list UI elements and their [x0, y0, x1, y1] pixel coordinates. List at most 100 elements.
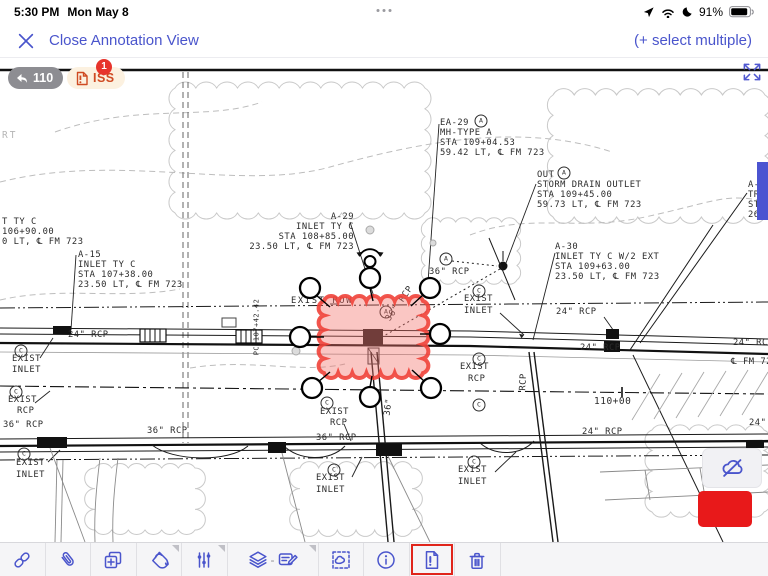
selection-handle-top-left[interactable] [300, 278, 320, 298]
circled-letter: C [15, 345, 28, 358]
circled-letter: A [558, 167, 571, 180]
duplicate-icon [102, 549, 124, 571]
expand-arrows-icon [740, 60, 764, 84]
drawing-label: INLET [316, 486, 345, 495]
selection-handle-top-center[interactable] [360, 268, 380, 288]
drawing-label: EXIST [460, 363, 489, 372]
circled-letter: C [18, 448, 31, 461]
cloud-select-icon [330, 549, 352, 571]
drawing-label: ℄ FM 723 [731, 358, 768, 367]
info-icon [375, 549, 397, 571]
tool-issue-button[interactable] [410, 543, 456, 576]
drawing-callout: OUTSTORM DRAIN OUTLETSTA 109+45.0059.73 … [537, 170, 642, 210]
location-icon [643, 6, 655, 18]
tool-cells: - [0, 543, 501, 576]
note-edit-icon [277, 549, 299, 571]
selection-handle-bottom-right[interactable] [421, 378, 441, 398]
drawing-label: INLET [12, 366, 41, 375]
circled-letter: C [321, 397, 334, 410]
circled-letter: C [473, 285, 486, 298]
drawing-label: EXIST [8, 396, 37, 405]
red-box-annotation[interactable] [698, 491, 752, 527]
drawing-callout: T TY C106+90.000 LT, ℄ FM 723 [2, 217, 84, 247]
drawing-label: INLET [16, 471, 45, 480]
submenu-indicator [218, 545, 225, 552]
drawing-label: 36" RCP [429, 268, 470, 277]
annotation-view-screen: RT 24" RCP EXIST INLET EXIST RCP 36" RCP EXIST I… [0, 0, 768, 576]
drawing-callout: EA-29MH-TYPE ASTA 109+04.5359.42 LT, ℄ F… [440, 118, 545, 158]
attachment-icon [57, 549, 79, 571]
selection-handle-left[interactable] [290, 327, 310, 347]
selection-handle-right[interactable] [430, 324, 450, 344]
rotation-handle[interactable] [357, 249, 384, 267]
drawing-label: EXIST [316, 474, 345, 483]
submenu-indicator [172, 545, 179, 552]
drawing-label: 24" RCP [582, 428, 623, 437]
tool-info-button[interactable] [364, 543, 410, 576]
layers-icon [247, 549, 269, 571]
drawing-label: RT [2, 131, 17, 141]
hide-markups-button[interactable] [702, 448, 762, 488]
tool-cloud-select-button[interactable] [319, 543, 365, 576]
drawing-label: RCP [468, 375, 485, 384]
selection-handle-top-right[interactable] [420, 278, 440, 298]
drawing-callout: A-30INLET TY C W/2 EXTSTA 109+63.0023.50… [555, 242, 660, 282]
circled-letter: A [440, 253, 453, 266]
drawing-label: PC 107+42.42 [254, 299, 261, 356]
selection-handle-bottom-left[interactable] [302, 378, 322, 398]
issue-document-icon [75, 71, 89, 86]
drawing-label: 36" [384, 398, 395, 416]
selection-handle-bottom-center[interactable] [360, 387, 380, 407]
circled-letter: A [475, 115, 488, 128]
tool-properties-button[interactable] [182, 543, 228, 576]
circled-letter: C [328, 464, 341, 477]
properties-icon [193, 549, 215, 571]
do-not-disturb-moon-icon [681, 6, 693, 18]
reply-arrow-icon [16, 73, 28, 84]
drawing-label: EXIST [464, 295, 493, 304]
drawing-label: 110+00 [594, 397, 631, 407]
toolbar-filler [501, 543, 768, 576]
battery-percent: 91% [699, 5, 723, 19]
drawing-label: 24" RCP [580, 344, 621, 353]
drawing-label: 24" RCP [556, 308, 597, 317]
drawing-label: EXIST [12, 355, 41, 364]
close-annotation-view-button[interactable]: Close Annotation View [16, 31, 199, 51]
date: Mon May 8 [67, 5, 128, 19]
drawing-label: 24" [749, 419, 766, 428]
circled-letter: C [473, 353, 486, 366]
undo-count: 110 [33, 71, 53, 85]
issue-count-badge: 1 [96, 59, 112, 75]
drawing-label: 36" RCP [3, 421, 44, 430]
multitasking-indicator-icon [377, 9, 392, 12]
drawing-label: 24" RCP [68, 331, 109, 340]
undo-count-badge[interactable]: 110 [8, 67, 63, 89]
circled-letter: C [468, 456, 481, 469]
annotation-toolbar: - [0, 542, 768, 576]
selected-cloud-annotation[interactable] [319, 296, 429, 378]
fullscreen-button[interactable] [740, 60, 764, 89]
select-multiple-button[interactable]: (+ select multiple) [634, 32, 752, 49]
drawing-label: INLET [458, 478, 487, 487]
drawing-callout: A-29INLET TY CSTA 108+85.0023.50 LT, ℄ F… [234, 212, 354, 252]
annotation-nav-bar: Close Annotation View (+ select multiple… [0, 24, 768, 58]
tool-duplicate-button[interactable] [91, 543, 137, 576]
tool-fill-color-button[interactable] [137, 543, 183, 576]
tool-attachment-button[interactable] [46, 543, 92, 576]
tool-delete-button[interactable] [455, 543, 501, 576]
clock: 5:30 PM [14, 5, 59, 19]
circled-letter: C [473, 399, 486, 412]
tool-link-button[interactable] [0, 543, 46, 576]
circled-letter: C [10, 386, 23, 399]
wifi-icon [661, 7, 675, 18]
issue-icon [421, 549, 443, 571]
link-icon [11, 549, 33, 571]
drawing-label: 36" RCP [316, 434, 357, 443]
submenu-indicator [309, 545, 316, 552]
cloud-slash-icon [719, 455, 745, 481]
blue-highlight-annotation[interactable] [757, 162, 768, 220]
drawing-label: RCP [330, 419, 347, 428]
drawing-label: RCP [17, 407, 34, 416]
delete-icon [466, 549, 488, 571]
tool-layers-note-button[interactable]: - [228, 543, 319, 576]
